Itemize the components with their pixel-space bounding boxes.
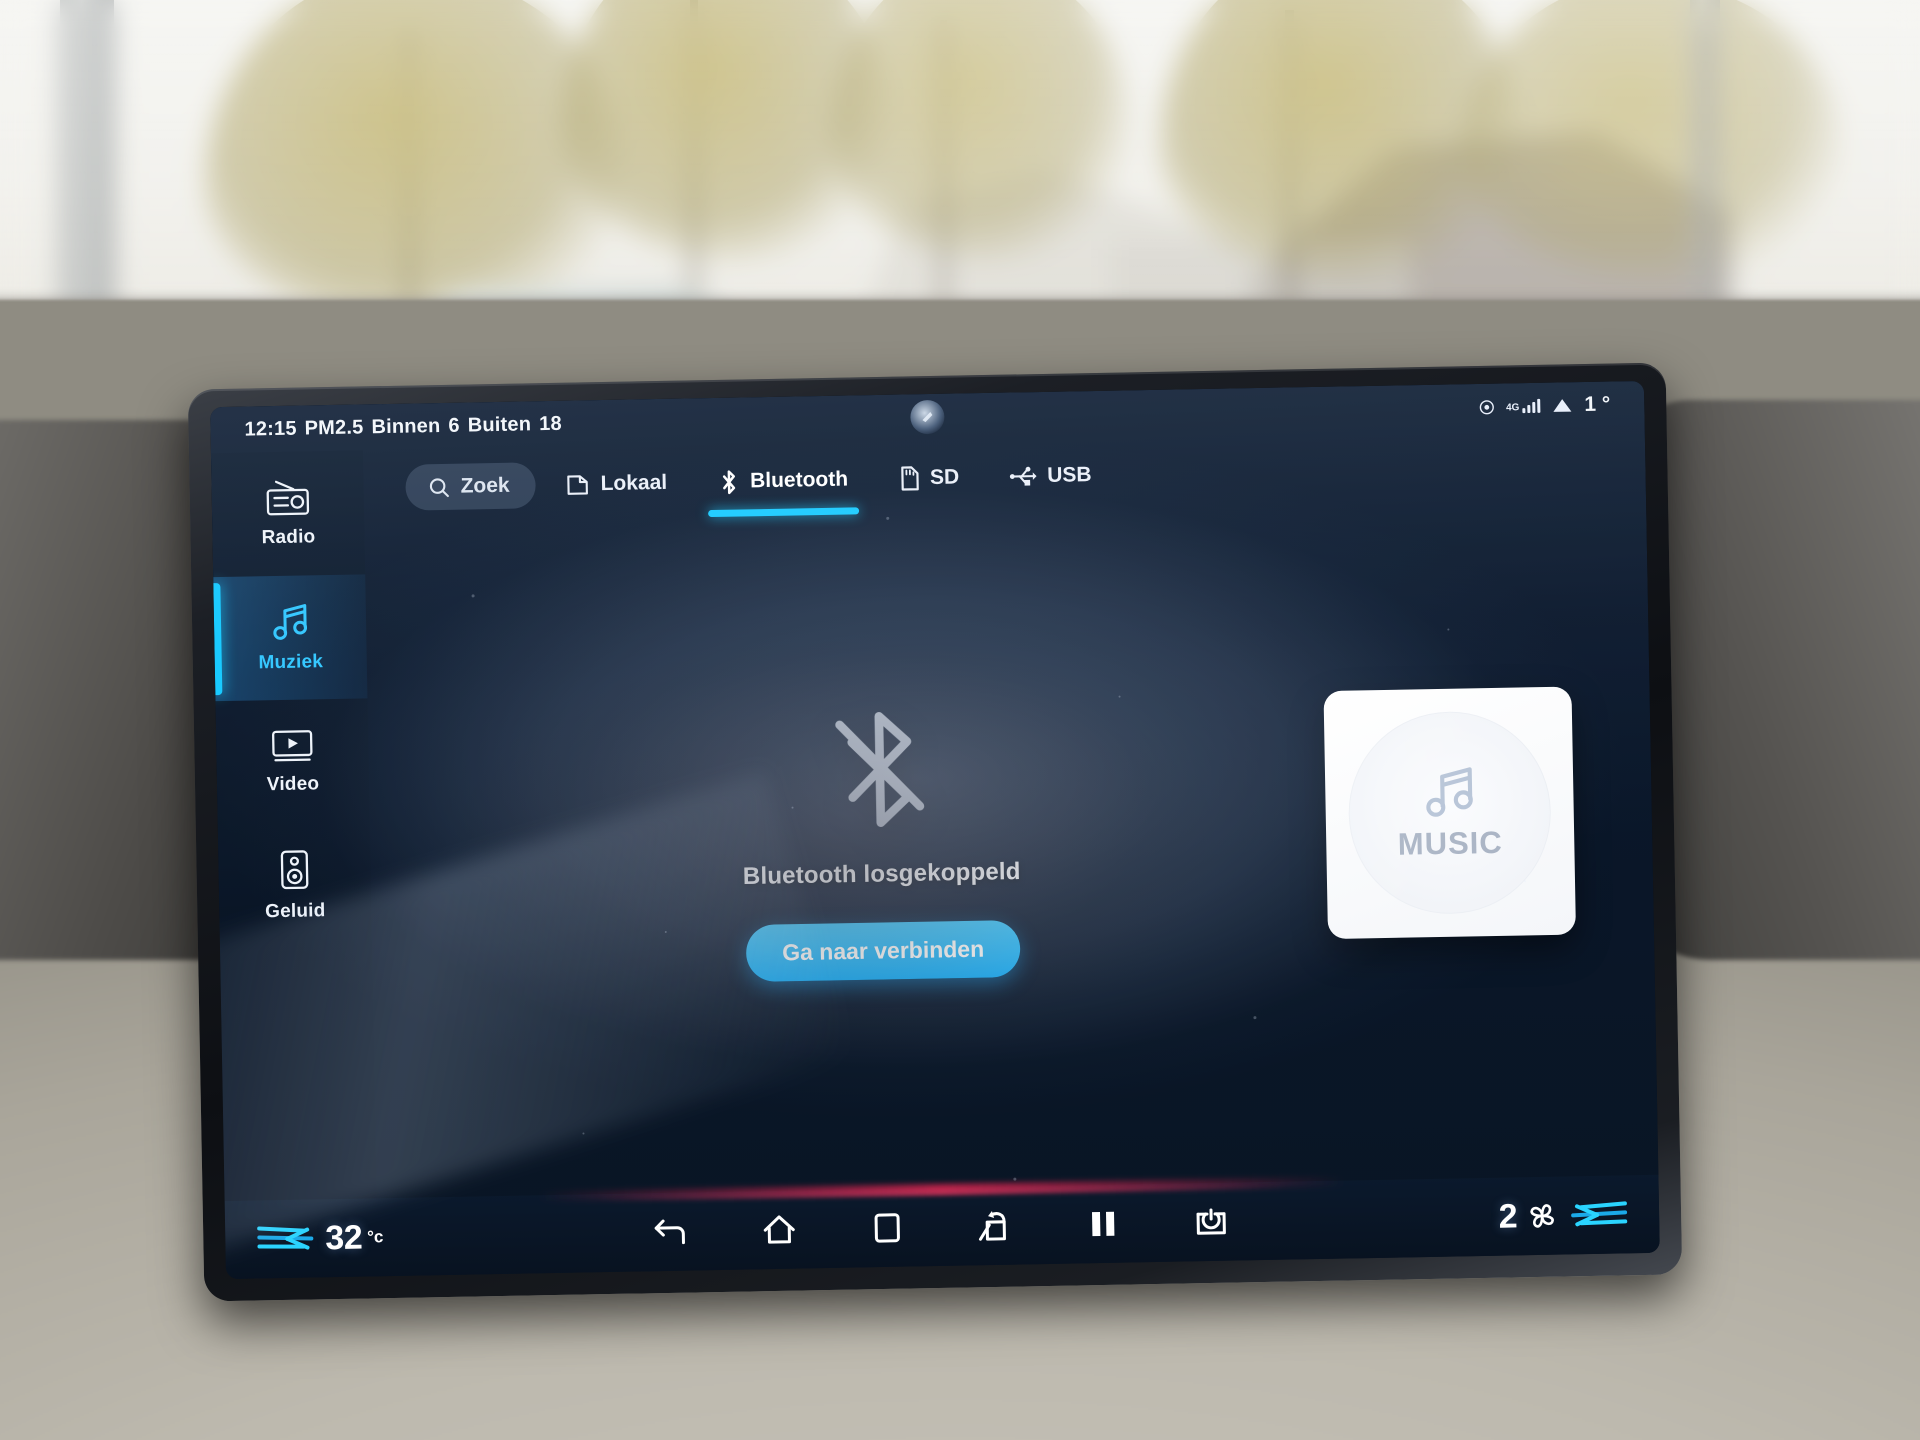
screen-off-button[interactable] bbox=[1189, 1200, 1234, 1245]
signal-bars-icon: 4G bbox=[1505, 398, 1541, 414]
folder-icon bbox=[567, 474, 588, 495]
usb-icon bbox=[1009, 466, 1037, 486]
outside-temperature: 1 ° bbox=[1584, 392, 1611, 417]
pause-button[interactable] bbox=[1081, 1202, 1126, 1247]
sidebar-item-video[interactable]: Video bbox=[215, 698, 369, 825]
tab-label: Lokaal bbox=[600, 470, 668, 496]
album-art-card[interactable]: MUSIC bbox=[1323, 686, 1576, 940]
tab-label: Bluetooth bbox=[749, 467, 849, 493]
tab-label: Zoek bbox=[460, 473, 510, 498]
recents-button[interactable] bbox=[865, 1206, 910, 1251]
airflow-icon bbox=[1571, 1201, 1628, 1227]
tab-sd[interactable]: SD bbox=[878, 454, 980, 502]
navigation-buttons bbox=[649, 1200, 1234, 1255]
outside-label: Buiten bbox=[467, 412, 532, 436]
outside-value: 18 bbox=[538, 412, 563, 435]
radio-icon bbox=[266, 480, 310, 516]
speaker-icon bbox=[280, 850, 309, 890]
location-pin-icon bbox=[1479, 399, 1494, 414]
music-note-icon bbox=[273, 604, 308, 640]
sidebar-item-label: Muziek bbox=[258, 651, 324, 674]
status-bar-right: 4G 1 ° bbox=[1478, 393, 1611, 419]
climate-left[interactable]: 32 °c bbox=[255, 1218, 384, 1259]
sidebar: Radio Muziek Video Geluid bbox=[210, 450, 377, 1202]
left-temperature-unit: °c bbox=[366, 1227, 384, 1247]
sidebar-item-geluid[interactable]: Geluid bbox=[218, 822, 372, 949]
tab-label: SD bbox=[929, 465, 960, 490]
sidebar-item-label: Video bbox=[266, 773, 320, 796]
tab-lokaal[interactable]: Lokaal bbox=[545, 460, 687, 508]
car-app-icon bbox=[978, 1211, 1006, 1241]
front-camera-icon bbox=[910, 399, 945, 435]
tab-bluetooth[interactable]: Bluetooth bbox=[697, 456, 869, 517]
go-to-connect-button[interactable]: Ga naar verbinden bbox=[745, 919, 1021, 982]
home-button[interactable] bbox=[757, 1208, 802, 1253]
fan-speed-value: 2 bbox=[1498, 1196, 1518, 1236]
status-bar-left: 12:15 PM2.5 Binnen 6 Buiten 18 bbox=[244, 412, 570, 441]
pm25-label: PM2.5 bbox=[304, 415, 364, 439]
sidebar-item-label: Geluid bbox=[264, 900, 326, 923]
album-art-circle: MUSIC bbox=[1346, 709, 1553, 916]
climate-right[interactable]: 2 bbox=[1498, 1195, 1629, 1236]
bluetooth-disconnected-icon bbox=[835, 711, 925, 828]
music-note-icon bbox=[1426, 767, 1473, 817]
left-temperature: 32 bbox=[324, 1218, 363, 1257]
bluetooth-status-message: Bluetooth losgekoppeld bbox=[742, 857, 1021, 891]
tab-label: USB bbox=[1046, 463, 1092, 487]
bluetooth-status-block: Bluetooth losgekoppeld Ga naar verbinden bbox=[368, 695, 1395, 989]
active-tab-underline bbox=[707, 506, 859, 517]
sidebar-item-muziek[interactable]: Muziek bbox=[213, 574, 368, 702]
car-apps-button[interactable] bbox=[973, 1204, 1018, 1249]
tab-usb[interactable]: USB bbox=[989, 453, 1112, 499]
inside-label: Binnen bbox=[371, 414, 441, 438]
sidebar-item-label: Radio bbox=[261, 526, 316, 549]
photo-scene: 12:15 PM2.5 Binnen 6 Buiten 18 4G 1 ° Ra… bbox=[0, 0, 1920, 1440]
head-unit: 12:15 PM2.5 Binnen 6 Buiten 18 4G 1 ° Ra… bbox=[187, 362, 1683, 1302]
fan-icon bbox=[1530, 1204, 1554, 1228]
infotainment-ui: 12:15 PM2.5 Binnen 6 Buiten 18 4G 1 ° Ra… bbox=[210, 380, 1660, 1280]
back-button[interactable] bbox=[649, 1210, 694, 1255]
pause-icon bbox=[1091, 1211, 1115, 1237]
sidebar-item-radio[interactable]: Radio bbox=[211, 450, 365, 577]
sd-card-icon bbox=[900, 466, 919, 491]
back-arrow-icon bbox=[654, 1219, 685, 1245]
video-player-icon bbox=[272, 730, 313, 762]
screen-glass: 12:15 PM2.5 Binnen 6 Buiten 18 4G 1 ° Ra… bbox=[210, 380, 1660, 1280]
bluetooth-icon bbox=[722, 469, 735, 494]
clock: 12:15 bbox=[244, 417, 297, 441]
inside-value: 6 bbox=[448, 414, 460, 437]
search-icon bbox=[429, 477, 449, 497]
square-recents-icon bbox=[874, 1213, 900, 1243]
network-type-label: 4G bbox=[1505, 402, 1520, 414]
album-art-label: MUSIC bbox=[1397, 824, 1504, 862]
main-content: Bluetooth losgekoppeld Ga naar verbinden bbox=[364, 503, 1658, 1198]
airflow-icon bbox=[257, 1226, 314, 1250]
tab-zoek[interactable]: Zoek bbox=[405, 462, 537, 511]
weather-cloud-icon bbox=[1553, 399, 1572, 412]
power-screen-off-icon bbox=[1196, 1208, 1226, 1235]
home-icon bbox=[763, 1215, 795, 1244]
